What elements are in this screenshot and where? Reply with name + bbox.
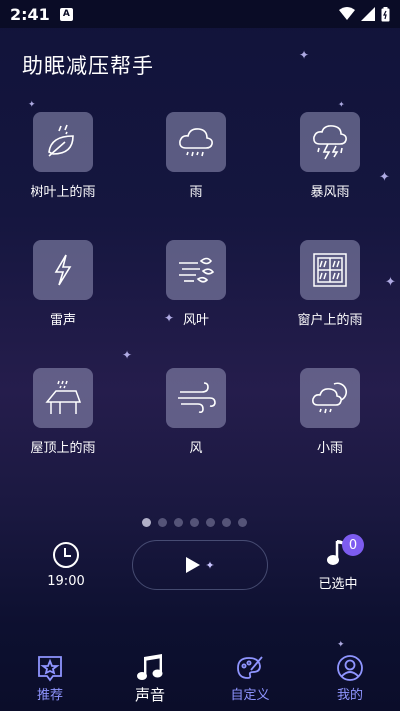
page-dot[interactable] <box>190 518 199 527</box>
sparkle-icon: ✦ <box>299 48 310 62</box>
wind-leaves-icon <box>179 257 215 283</box>
notification-icon: A <box>59 7 73 21</box>
page-indicator <box>142 518 247 527</box>
selected-sounds-button[interactable]: 0 已选中 <box>308 534 368 592</box>
sound-tile[interactable] <box>300 112 360 172</box>
star-frame-icon <box>38 656 62 682</box>
sound-tile[interactable] <box>300 240 360 300</box>
sound-label: 风 <box>189 441 203 456</box>
status-time: 2:41 <box>10 4 50 24</box>
play-icon <box>186 557 201 573</box>
sound-item-thunder[interactable]: 雷声 <box>8 240 118 328</box>
sound-label: 风叶 <box>182 313 209 328</box>
signal-icon <box>361 7 375 21</box>
page-title: 助眠减压帮手 <box>22 54 154 78</box>
sound-tile[interactable] <box>166 240 226 300</box>
nav-label: 自定义 <box>230 688 270 703</box>
page-dot[interactable] <box>158 518 167 527</box>
storm-icon <box>313 125 347 160</box>
sound-label: 窗户上的雨 <box>297 313 363 328</box>
sound-item-light-rain[interactable]: 小雨 <box>275 368 385 456</box>
sound-label: 小雨 <box>316 441 343 456</box>
lightning-icon <box>54 254 72 286</box>
sparkle-icon: ✦ <box>385 275 396 290</box>
sound-label: 树叶上的雨 <box>30 185 96 200</box>
music-note-icon <box>137 654 163 680</box>
page-dot[interactable] <box>222 518 231 527</box>
sound-tile[interactable] <box>33 368 93 428</box>
page-dot[interactable] <box>238 518 247 527</box>
sound-tile[interactable] <box>166 112 226 172</box>
window-rain-icon <box>313 253 347 287</box>
leaf-rain-icon <box>48 124 74 157</box>
sparkle-icon: ✦ <box>122 348 133 362</box>
bottom-navigation: 推荐 声音 自定义 我的 <box>0 648 400 711</box>
timer-label: 19:00 <box>47 574 85 589</box>
sound-label: 暴风雨 <box>310 185 350 200</box>
sound-tile[interactable] <box>300 368 360 428</box>
sparkle-icon: ✦ <box>205 558 215 572</box>
nav-sounds[interactable]: 声音 <box>110 654 190 705</box>
sound-tile[interactable] <box>166 368 226 428</box>
nav-label: 推荐 <box>36 688 63 703</box>
sound-label: 雷声 <box>49 313 76 328</box>
nav-label: 我的 <box>336 688 363 703</box>
sparkle-icon: ✦ <box>338 100 345 109</box>
sound-label: 屋顶上的雨 <box>30 441 96 456</box>
selected-label: 已选中 <box>318 577 358 592</box>
wind-icon <box>178 382 216 413</box>
sound-tile[interactable] <box>33 240 93 300</box>
sound-item-window-rain[interactable]: 窗户上的雨 <box>275 240 385 328</box>
nav-profile[interactable]: 我的 <box>310 654 390 703</box>
sound-item-leaf-rain[interactable]: 树叶上的雨 <box>8 112 118 200</box>
wifi-icon <box>339 7 355 20</box>
clock-icon <box>53 542 79 568</box>
nav-label: 声音 <box>134 686 165 704</box>
nav-recommend[interactable]: 推荐 <box>10 654 90 703</box>
sound-item-storm[interactable]: 暴风雨 <box>275 112 385 200</box>
sound-item-wind-leaves[interactable]: 风叶 <box>141 240 251 328</box>
timer-button[interactable]: 19:00 <box>40 540 92 589</box>
user-icon <box>337 655 363 681</box>
sound-tile[interactable] <box>33 112 93 172</box>
palette-icon <box>237 656 263 679</box>
battery-icon <box>381 6 390 21</box>
selected-count-badge: 0 <box>342 534 364 556</box>
play-button[interactable]: ✦ <box>132 540 268 590</box>
sound-item-roof-rain[interactable]: 屋顶上的雨 <box>8 368 118 456</box>
sound-label: 雨 <box>189 185 203 200</box>
page-dot-active[interactable] <box>142 518 151 527</box>
light-rain-icon <box>312 382 347 414</box>
nav-custom[interactable]: 自定义 <box>210 654 290 703</box>
sparkle-icon: ✦ <box>28 100 36 110</box>
rain-cloud-icon <box>179 128 213 157</box>
sound-item-wind[interactable]: 风 <box>141 368 251 456</box>
roof-rain-icon <box>45 380 82 414</box>
page-dot[interactable] <box>206 518 215 527</box>
status-bar: 2:41 A <box>0 0 400 28</box>
sound-item-rain[interactable]: 雨 <box>141 112 251 200</box>
page-dot[interactable] <box>174 518 183 527</box>
